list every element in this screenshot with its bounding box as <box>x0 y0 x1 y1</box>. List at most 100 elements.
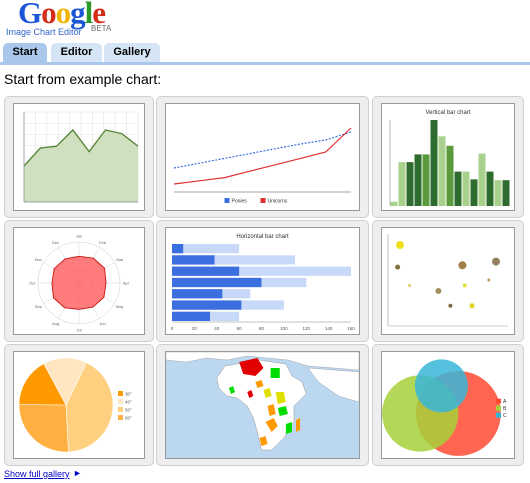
legend-label: B <box>503 406 507 412</box>
bar <box>172 244 184 254</box>
tab-editor[interactable]: Editor <box>51 43 102 62</box>
legend-swatch <box>496 398 501 404</box>
scatter-point <box>458 261 467 270</box>
page-heading: Start from example chart: <box>4 71 162 87</box>
example-chart-radar[interactable]: Jan Feb Mar Apr May Jun Jul Aug Sep Oct Nov Dec <box>4 220 154 342</box>
bar <box>502 180 510 206</box>
country-green <box>285 422 292 434</box>
legend-swatch <box>118 407 123 412</box>
legend-label: 60° <box>125 416 132 421</box>
chart-thumbnail <box>13 103 145 211</box>
bar <box>390 201 398 206</box>
venn-circle <box>414 359 468 413</box>
legend-swatch <box>496 412 501 418</box>
radar-label: May <box>116 304 124 309</box>
chart-title: Vertical bar chart <box>425 110 470 116</box>
horizontal-bar-chart: Horizontal bar chart 0 20 40 60 80 100 120 140 16… <box>171 234 356 331</box>
bar <box>478 153 486 206</box>
tab-gallery[interactable]: Gallery <box>104 43 160 62</box>
scatter-chart <box>387 234 508 327</box>
map-chart <box>166 352 359 458</box>
tab-underline <box>0 62 530 65</box>
legend-swatch <box>496 405 501 411</box>
pie-slice <box>18 404 69 453</box>
bar <box>486 171 494 206</box>
radar-label: Jun <box>99 321 105 326</box>
example-chart-vertical-bar[interactable]: Vertical bar chart <box>372 96 524 218</box>
bar <box>172 266 240 276</box>
show-full-gallery-link[interactable]: Show full gallery <box>4 469 70 479</box>
tick-label: 140 <box>325 326 333 331</box>
country-green <box>270 368 280 378</box>
bar <box>446 145 454 206</box>
logo-letter: G <box>18 0 42 30</box>
tick-label: 0 <box>171 326 174 331</box>
bar <box>172 277 262 288</box>
tick-label: 100 <box>280 326 288 331</box>
example-chart-pie[interactable]: 30° 40° 50° 60° <box>4 344 154 466</box>
tick-label: 160 <box>347 326 355 331</box>
chart-thumbnail: Vertical bar chart <box>381 103 515 211</box>
tab-bar: Start Editor Gallery <box>0 43 530 63</box>
bar <box>414 154 422 206</box>
tick-label: 40 <box>214 326 220 331</box>
scatter-point <box>396 241 404 250</box>
bar <box>438 136 446 206</box>
radar-label: Apr <box>123 281 130 286</box>
tick-label: 80 <box>259 326 265 331</box>
bar <box>494 180 502 206</box>
chart-thumbnail: ABC <box>381 351 515 459</box>
radar-label: Feb <box>99 240 107 245</box>
example-chart-area[interactable] <box>4 96 154 218</box>
legend-swatch <box>260 198 266 203</box>
chart-thumbnail <box>165 351 360 459</box>
chart-thumbnail: 30° 40° 50° 60° <box>13 351 145 459</box>
chart-thumbnail: Jan Feb Mar Apr May Jun Jul Aug Sep Oct Nov Dec <box>13 227 145 335</box>
example-chart-scatter[interactable] <box>372 220 524 342</box>
tick-label: 20 <box>192 326 198 331</box>
chart-thumbnail: Ponies Unicorns <box>165 103 360 211</box>
example-chart-venn[interactable]: ABC <box>372 344 524 466</box>
logo-letter: g <box>70 0 85 30</box>
line-chart: Ponies Unicorns <box>173 127 352 205</box>
bar <box>406 162 414 206</box>
scatter-point <box>435 288 442 295</box>
scatter-point <box>469 303 475 309</box>
example-chart-line[interactable]: Ponies Unicorns <box>156 96 369 218</box>
country-orange <box>296 418 301 432</box>
tick-label: 120 <box>302 326 310 331</box>
arrow-right-icon[interactable]: ► <box>73 468 82 478</box>
bar <box>172 255 215 265</box>
bar <box>454 171 462 206</box>
scatter-point <box>487 278 491 282</box>
tick-label: 60 <box>237 326 243 331</box>
radar-label: Jan <box>76 234 82 239</box>
google-logo: Google Image Chart Editor BETA <box>2 0 122 40</box>
radar-area <box>51 255 107 310</box>
tab-start[interactable]: Start <box>3 43 47 62</box>
chart-thumbnail <box>381 227 515 335</box>
example-chart-horizontal-bar[interactable]: Horizontal bar chart 0 20 40 60 80 100 120 140 16… <box>156 220 369 342</box>
radar-label: Mar <box>116 257 124 262</box>
legend-label: Unicorns <box>268 199 288 205</box>
logo-beta-label: BETA <box>91 24 112 33</box>
example-chart-map[interactable] <box>156 344 369 466</box>
area-chart <box>23 111 139 203</box>
legend-swatch <box>118 399 123 404</box>
legend-swatch <box>118 391 123 396</box>
scatter-point <box>462 283 467 288</box>
scatter-point <box>395 264 401 270</box>
scatter-point <box>408 284 412 288</box>
legend-label: 50° <box>125 408 132 413</box>
legend-label: 40° <box>125 400 132 405</box>
bar <box>470 179 478 206</box>
scatter-point <box>492 257 500 266</box>
chart-thumbnail: Horizontal bar chart 0 20 40 60 80 100 120 140 16… <box>165 227 360 335</box>
scatter-point <box>448 303 453 308</box>
radar-label: Jul <box>76 328 81 333</box>
legend-swatch <box>224 198 230 203</box>
bar <box>172 300 242 310</box>
radar-label: Dec <box>52 240 59 245</box>
logo-letter: o <box>55 0 71 30</box>
radar-label: Nov <box>35 257 42 262</box>
